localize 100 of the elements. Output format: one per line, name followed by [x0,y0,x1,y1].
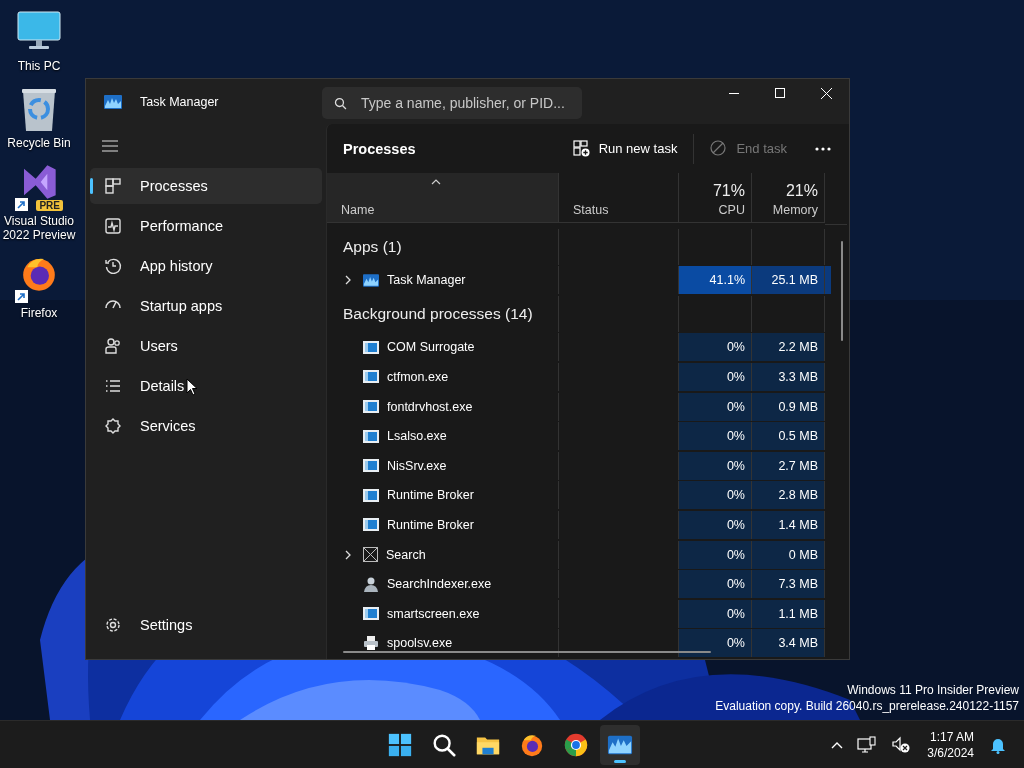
more-icon [815,146,831,151]
memory-cell: 0 MB [752,540,825,569]
app-window-icon [363,459,379,473]
column-header[interactable]: 71% CPU [679,173,752,223]
nav-item[interactable]: Performance [90,208,322,244]
memory-cell: 0.9 MB [752,392,825,421]
vertical-scrollbar[interactable] [841,241,843,341]
group-heading: Apps (1) [343,237,402,256]
cpu-cell: 0% [679,540,752,569]
crossed-box-icon [363,547,378,563]
task-manager-icon [363,273,379,287]
settings-icon [104,616,122,634]
app-window-icon [363,370,379,384]
chrome-icon [563,732,589,758]
group-heading: Background processes (14) [343,304,533,323]
grid-icon [104,177,122,195]
history-icon [104,257,122,275]
search-field[interactable]: Type a name, publisher, or PID... [322,87,582,119]
settings-button[interactable]: Settings [90,607,322,643]
search-icon [431,732,457,758]
cpu-cell: 0% [679,510,752,539]
window-title: Task Manager [140,94,219,109]
cpu-cell: 0% [679,333,752,362]
people-icon [104,337,122,355]
column-header[interactable]: 21% Memory [752,173,825,223]
memory-cell: 2.8 MB [752,481,825,510]
nav-item[interactable]: Processes [90,168,322,204]
process-name: Search [386,547,426,562]
memory-cell: 2.7 MB [752,451,825,480]
app-window-icon [363,400,379,414]
column-label: CPU [718,203,745,217]
cpu-cell: 0% [679,599,752,628]
column-header[interactable]: Name [327,173,559,223]
cpu-cell: 41.1% [679,266,752,295]
process-name: ctfmon.exe [387,369,449,384]
taskbar-button[interactable] [600,725,640,765]
task-manager-icon [104,94,122,109]
printer-icon [363,635,379,652]
column-label: Memory [772,203,818,217]
firefox-icon [519,732,545,758]
mouse-pointer-icon [186,378,198,396]
nav-item[interactable]: Services [90,408,322,444]
app-window-icon [363,607,379,621]
build-watermark-text: Windows 11 Pro Insider Preview [847,682,1019,698]
nav-item[interactable]: App history [90,248,322,284]
column-label: Status [573,203,610,217]
build-watermark-text: Evaluation copy. Build 26040.rs_prerelease.240122-1157 [715,698,1019,714]
column-header[interactable]: Status [559,173,679,223]
expand-chevron-icon[interactable] [345,549,351,560]
maximize-icon [775,88,785,98]
memory-cell: 3.3 MB [752,362,825,391]
memory-cell: 3.4 MB [752,629,825,658]
nav-item[interactable]: Users [90,328,322,364]
horizontal-scrollbar[interactable] [343,651,711,653]
process-name: Runtime Broker [387,517,474,532]
desktop-icon-label[interactable]: Recycle Bin [7,136,71,150]
memory-cell: 0.5 MB [752,422,825,451]
app-window-icon [363,340,379,354]
clock-date[interactable]: 3/6/2024 [927,744,974,761]
usage-total: 21% [785,182,818,200]
process-name: Task Manager [387,273,466,288]
cpu-cell: 0% [679,362,752,391]
desktop-icon-label[interactable]: Firefox [20,306,58,320]
search-icon [334,96,347,110]
sort-caret-icon [431,179,441,185]
column-label: Name [341,203,376,217]
start-icon [387,732,413,758]
process-name: NisSrv.exe [387,458,447,473]
memory-cell: 2.2 MB [752,333,825,362]
app-window-icon [363,518,379,532]
process-name: fontdrvhost.exe [387,399,473,414]
cpu-cell: 0% [679,392,752,421]
desktop-icon-label[interactable]: This PC [17,59,61,73]
cpu-cell: 0% [679,570,752,599]
clock-time[interactable]: 1:17 AM [929,728,974,745]
toolbar-button[interactable]: Run new task [562,131,688,166]
nav-item[interactable]: Details [90,368,322,404]
cpu-cell: 0% [679,422,752,451]
memory-cell: 7.3 MB [752,570,825,599]
preview-badge: PRE [36,200,63,211]
person-icon [363,576,379,593]
usage-total: 71% [712,182,745,200]
app-window-icon [363,488,379,502]
list-icon [104,377,122,395]
app-window-icon [363,429,379,443]
process-name: COM Surrogate [387,340,475,355]
process-name: smartscreen.exe [387,606,480,621]
process-name: spoolsv.exe [387,636,453,651]
desktop-icon-label[interactable]: Visual Studio 2022 Preview [1,214,77,242]
nav-item[interactable]: Startup apps [90,288,322,324]
cpu-cell: 0% [679,481,752,510]
cpu-cell: 0% [679,451,752,480]
page-title: Processes [343,140,416,157]
menu-icon[interactable] [102,140,118,152]
process-name: Runtime Broker [387,488,474,503]
cpu-cell: 0% [679,629,752,658]
expand-chevron-icon[interactable] [345,275,351,286]
process-name: Lsalso.exe [387,429,447,444]
memory-cell: 1.1 MB [752,599,825,628]
close-icon [820,87,832,99]
